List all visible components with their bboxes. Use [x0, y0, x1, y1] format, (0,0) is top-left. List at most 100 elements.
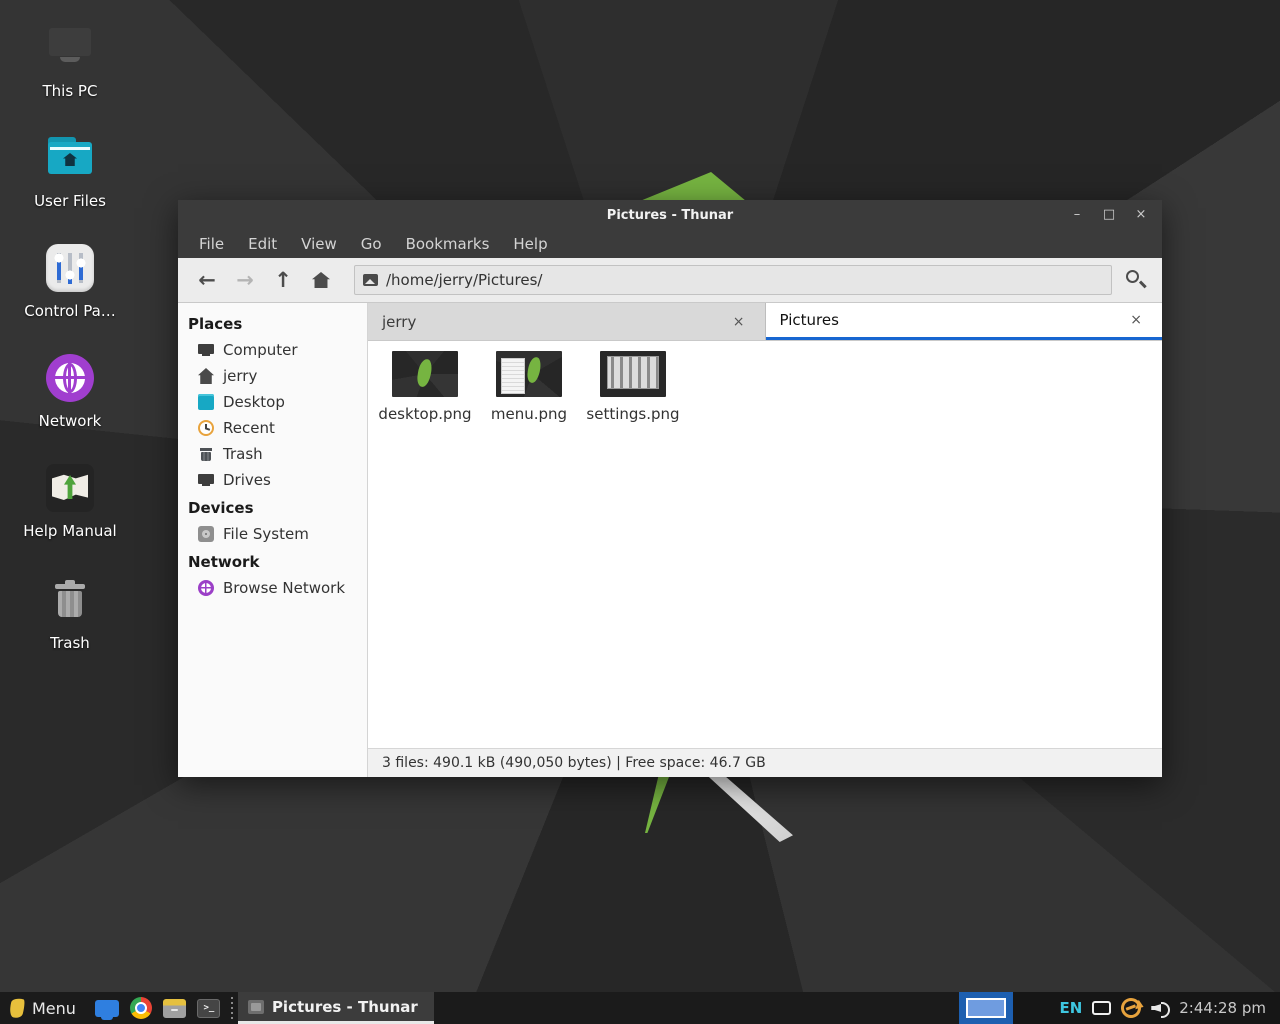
tab-bar: jerry × Pictures × — [368, 303, 1162, 341]
sidebar-item-label: Browse Network — [223, 579, 345, 597]
update-manager-icon[interactable] — [1118, 995, 1144, 1021]
file-list[interactable]: desktop.png menu.png settings.png — [368, 341, 1162, 748]
sidebar-item-desktop[interactable]: Desktop — [178, 389, 367, 415]
trash-can-icon — [46, 576, 94, 624]
places-header: Places — [178, 309, 367, 337]
wallpaper-feather-quill — [698, 774, 793, 842]
terminal-launcher[interactable]: >_ — [192, 992, 226, 1024]
file-manager-launcher[interactable] — [90, 992, 124, 1024]
control-panel-sliders-icon — [46, 244, 94, 292]
user-files-folder-icon — [46, 134, 94, 182]
network-globe-icon — [46, 354, 94, 402]
current-path: /home/jerry/Pictures/ — [386, 271, 542, 289]
computer-icon — [198, 342, 214, 358]
desktop-icon-network[interactable]: Network — [10, 354, 130, 430]
menu-edit[interactable]: Edit — [237, 232, 288, 256]
menu-help[interactable]: Help — [502, 232, 558, 256]
system-tray: EN 2:44:28 pm — [1013, 992, 1280, 1024]
forward-button[interactable]: → — [226, 264, 264, 296]
sidebar-item-jerry[interactable]: jerry — [178, 363, 367, 389]
back-button[interactable]: ← — [188, 264, 226, 296]
file-manager-icon — [95, 1000, 119, 1017]
help-manual-map-icon — [46, 464, 94, 512]
sidebar-item-label: Desktop — [223, 393, 285, 411]
chrome-launcher[interactable] — [124, 992, 158, 1024]
tab-jerry[interactable]: jerry × — [368, 303, 766, 340]
sidebar-item-computer[interactable]: Computer — [178, 337, 367, 363]
file-name: settings.png — [584, 405, 682, 423]
menu-bookmarks[interactable]: Bookmarks — [395, 232, 501, 256]
menu-file[interactable]: File — [188, 232, 235, 256]
menu-png-thumbnail — [496, 351, 562, 397]
start-menu-button[interactable]: Menu — [0, 998, 90, 1018]
tab-label: Pictures — [780, 311, 1125, 329]
archive-icon — [163, 999, 186, 1018]
file-name: desktop.png — [376, 405, 474, 423]
drive-icon — [198, 526, 214, 542]
clock[interactable]: 2:44:28 pm — [1179, 999, 1270, 1017]
file-settings-png[interactable]: settings.png — [584, 351, 682, 423]
globe-icon — [198, 580, 214, 596]
file-name: menu.png — [480, 405, 578, 423]
this-pc-icon — [46, 24, 94, 72]
devices-header: Devices — [178, 493, 367, 521]
sidebar-item-file-system[interactable]: File System — [178, 521, 367, 547]
sidebar-item-trash[interactable]: Trash — [178, 441, 367, 467]
thunar-window: Pictures - Thunar – □ × File Edit View G… — [178, 200, 1162, 777]
desktop-icon-user-files[interactable]: User Files — [10, 134, 130, 210]
desktop-wallpaper: This PC User Files Control Pa… Network H… — [0, 0, 1280, 1024]
wallpaper-feather-sliver — [645, 777, 669, 833]
sidebar-item-label: Trash — [223, 445, 263, 463]
tab-close-icon[interactable]: × — [727, 312, 751, 332]
desktop-icon-control-panel[interactable]: Control Pa… — [10, 244, 130, 320]
sidebar: Places Computer jerry Desktop Recent — [178, 303, 368, 777]
home-icon — [198, 368, 214, 384]
file-desktop-png[interactable]: desktop.png — [376, 351, 474, 423]
wallpaper-feather-top — [640, 172, 746, 201]
drives-icon — [198, 472, 214, 488]
path-field[interactable]: /home/jerry/Pictures/ — [354, 265, 1112, 295]
search-button[interactable] — [1118, 264, 1152, 296]
toolbar: ← → ↑ /home/jerry/Pictures/ — [178, 258, 1162, 303]
tab-pictures[interactable]: Pictures × — [766, 303, 1163, 340]
workspace-switcher[interactable] — [959, 992, 1013, 1024]
home-icon — [312, 272, 330, 288]
menubar: File Edit View Go Bookmarks Help — [178, 230, 1162, 258]
task-button-thunar[interactable]: Pictures - Thunar — [238, 992, 434, 1024]
taskbar: Menu >_ Pictures - Thunar EN 2:44:28 pm — [0, 992, 1280, 1024]
sidebar-item-browse-network[interactable]: Browse Network — [178, 575, 367, 601]
menu-view[interactable]: View — [290, 232, 348, 256]
up-button[interactable]: ↑ — [264, 264, 302, 296]
desktop-icon-trash[interactable]: Trash — [10, 576, 130, 652]
desktop-icon-help-manual[interactable]: Help Manual — [10, 464, 130, 540]
archive-launcher[interactable] — [158, 992, 192, 1024]
maximize-button[interactable]: □ — [1096, 203, 1122, 227]
window-titlebar[interactable]: Pictures - Thunar – □ × — [178, 200, 1162, 230]
keyboard-layout-indicator[interactable]: EN — [1059, 999, 1082, 1017]
window-title: Pictures - Thunar — [178, 208, 1162, 223]
terminal-icon: >_ — [197, 999, 220, 1018]
trash-icon — [198, 446, 214, 462]
workspace-1[interactable] — [966, 998, 1006, 1018]
tab-close-icon[interactable]: × — [1124, 310, 1148, 330]
file-menu-png[interactable]: menu.png — [480, 351, 578, 423]
minimize-button[interactable]: – — [1064, 203, 1090, 227]
volume-icon[interactable] — [1151, 1000, 1169, 1016]
tab-label: jerry — [382, 313, 727, 331]
desktop-png-thumbnail — [392, 351, 458, 397]
sidebar-item-label: jerry — [223, 367, 257, 385]
sidebar-item-label: File System — [223, 525, 309, 543]
home-button[interactable] — [302, 264, 340, 296]
close-button[interactable]: × — [1128, 203, 1154, 227]
search-icon — [1126, 270, 1139, 283]
status-bar: 3 files: 490.1 kB (490,050 bytes) | Free… — [368, 748, 1162, 777]
sidebar-item-recent[interactable]: Recent — [178, 415, 367, 441]
display-tray-icon[interactable] — [1092, 1001, 1111, 1015]
menu-go[interactable]: Go — [350, 232, 393, 256]
desktop-icon-label: Trash — [10, 634, 130, 652]
tasklist-handle — [229, 997, 235, 1019]
chrome-icon — [130, 997, 152, 1019]
sidebar-item-label: Computer — [223, 341, 298, 359]
sidebar-item-drives[interactable]: Drives — [178, 467, 367, 493]
desktop-icon-this-pc[interactable]: This PC — [10, 24, 130, 100]
